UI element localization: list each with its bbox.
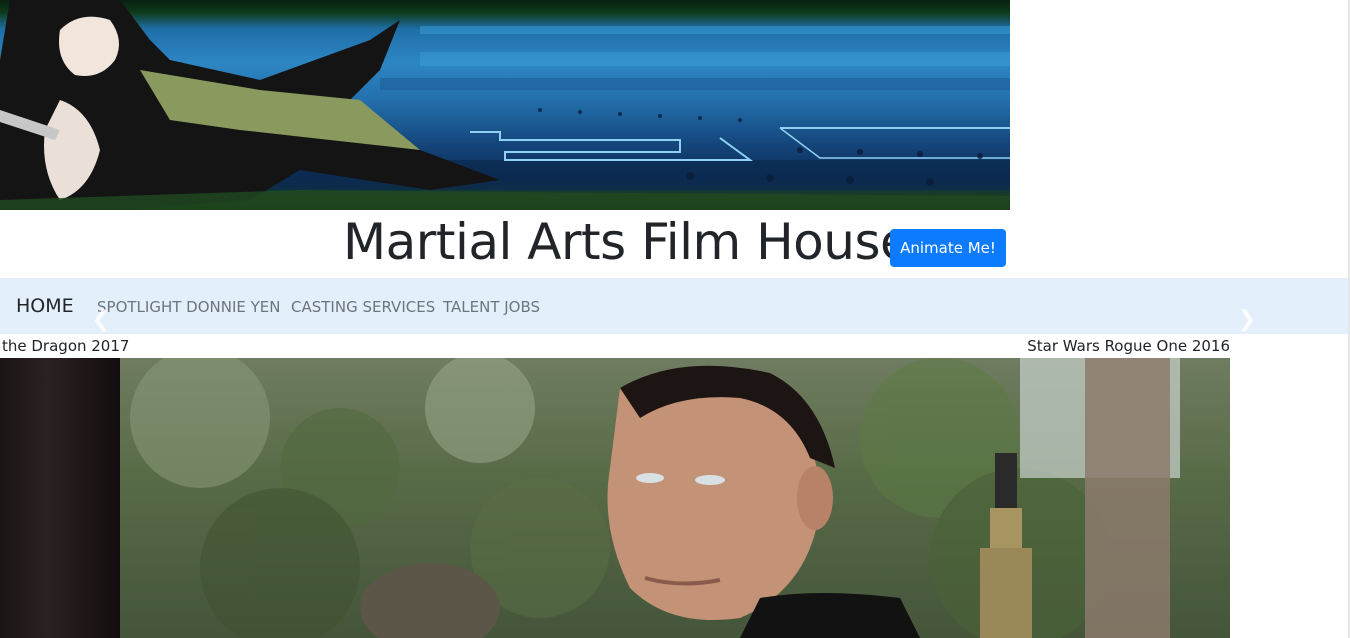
banner-artwork xyxy=(0,0,1010,210)
carousel-caption-current: Star Wars Rogue One 2016 xyxy=(1027,337,1230,355)
nav-talent-jobs-link[interactable]: TALENT JOBS xyxy=(443,297,540,317)
carousel-caption-previous: the Dragon 2017 xyxy=(2,337,130,355)
header-banner-image xyxy=(0,0,1010,210)
animate-me-button[interactable]: Animate Me! xyxy=(890,229,1006,267)
site-title: Martial Arts Film House xyxy=(343,213,911,271)
main-navbar: HOME SPOTLIGHT DONNIE YEN CASTING SERVIC… xyxy=(0,278,1350,334)
rogue-one-photo xyxy=(130,358,1180,638)
carousel-slide-previous-image xyxy=(0,358,120,638)
chevron-left-icon[interactable]: ❮ xyxy=(90,306,112,334)
nav-spotlight-donnie-yen-link[interactable]: SPOTLIGHT DONNIE YEN xyxy=(97,297,280,317)
nav-home-link[interactable]: HOME xyxy=(16,294,74,318)
title-row: Martial Arts Film House Animate Me! xyxy=(0,210,1350,278)
chevron-right-icon[interactable]: ❯ xyxy=(1236,306,1258,334)
carousel-slide-current-image xyxy=(120,358,1230,638)
page: Martial Arts Film House Animate Me! HOME… xyxy=(0,0,1350,638)
nav-casting-services-link[interactable]: CASTING SERVICES xyxy=(291,297,435,317)
